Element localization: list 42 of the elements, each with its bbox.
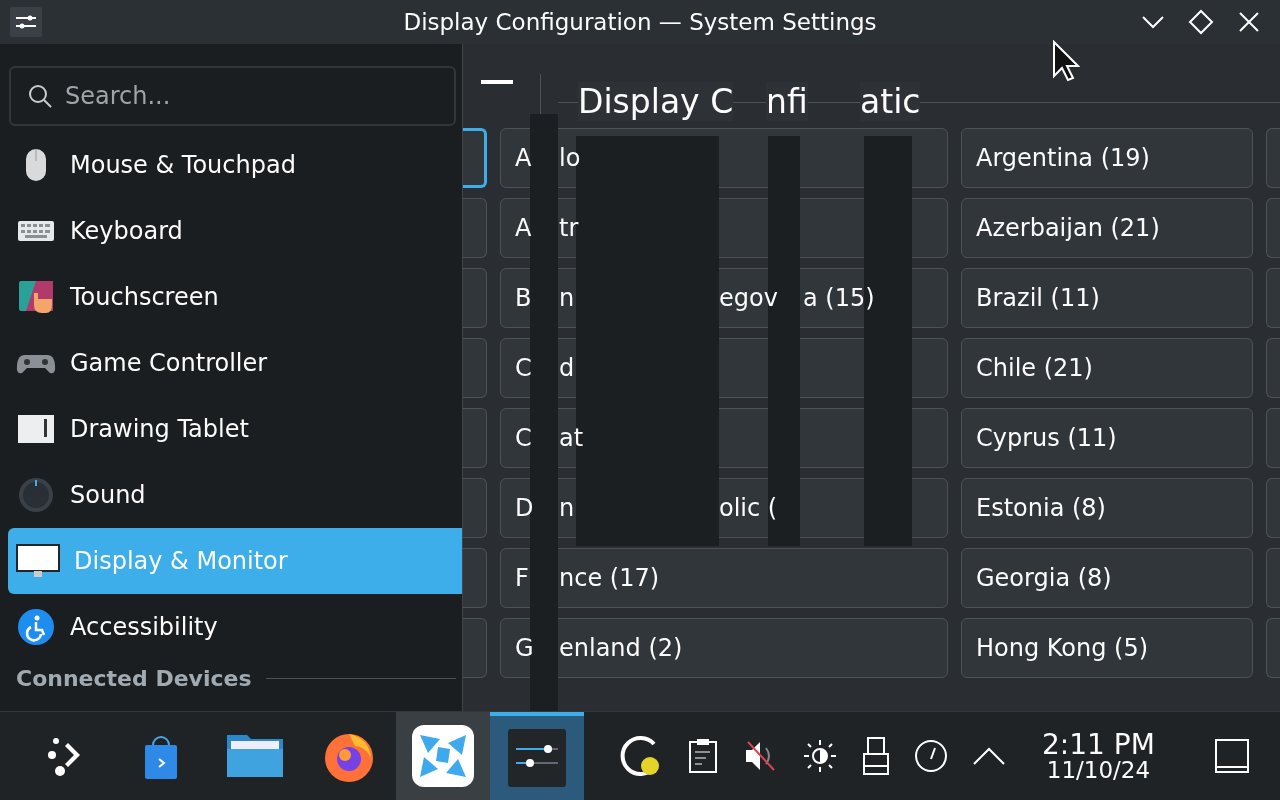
page-title: Display C xyxy=(578,82,734,121)
country-button[interactable]: F nce (17) xyxy=(500,548,948,608)
search-icon xyxy=(27,83,53,109)
page-title: atic xyxy=(860,82,921,121)
clock-date[interactable]: 11/10/24 xyxy=(1046,758,1151,782)
chevron-up-icon[interactable] xyxy=(972,746,1006,766)
page-title: nfi xyxy=(766,82,808,121)
window-title: Display Configuration — System Settings xyxy=(403,9,877,35)
brightness-icon[interactable] xyxy=(802,738,838,774)
sliders-icon[interactable] xyxy=(10,7,42,37)
search-input[interactable]: Search... xyxy=(63,81,367,111)
list-button[interactable] xyxy=(463,128,487,188)
gauge-icon[interactable] xyxy=(914,739,948,773)
sidebar-item[interactable]: Mouse & Touchpad xyxy=(8,132,462,198)
country-button[interactable]: G enland (2) xyxy=(500,618,948,678)
sidebar-item[interactable]: Keyboard xyxy=(8,198,462,264)
accessibility-icon xyxy=(16,607,56,647)
diamond-icon xyxy=(1188,9,1214,35)
sidebar-item[interactable]: Game Controller xyxy=(8,330,462,396)
country-button[interactable]: Chile (21) xyxy=(961,338,1253,398)
country-button[interactable]: Cyprus (11) xyxy=(961,408,1253,468)
country-button[interactable]: Estonia (8) xyxy=(961,478,1253,538)
usb-drive-icon[interactable] xyxy=(862,736,890,776)
show-desktop-icon[interactable] xyxy=(1214,739,1249,773)
sliders-icon[interactable] xyxy=(508,729,566,787)
country-button[interactable]: Georgia (8) xyxy=(961,548,1253,608)
search-field[interactable]: Search... xyxy=(9,66,456,126)
knob-icon xyxy=(16,475,56,515)
country-button[interactable]: Brazil (11) xyxy=(961,268,1253,328)
country-button[interactable]: Argentina (19) xyxy=(961,128,1253,188)
aperture-icon[interactable] xyxy=(410,725,476,787)
clipboard-icon[interactable] xyxy=(688,738,718,774)
sidebar-item[interactable]: Drawing Tablet xyxy=(8,396,462,462)
sidebar-item[interactable]: Touchscreen xyxy=(8,264,462,330)
country-button[interactable]: Azerbaijan (21) xyxy=(961,198,1253,258)
maximize-button[interactable] xyxy=(1186,7,1216,37)
clock-time[interactable]: 2:11 PM xyxy=(1042,730,1155,759)
mouse-pointer-icon xyxy=(1052,40,1080,82)
sidebar-item[interactable]: Sound xyxy=(8,462,462,528)
country-button[interactable]: Hong Kong (5) xyxy=(961,618,1253,678)
sidebar-item[interactable]: Accessibility xyxy=(8,594,462,660)
section-heading: Connected Devices xyxy=(16,666,252,691)
